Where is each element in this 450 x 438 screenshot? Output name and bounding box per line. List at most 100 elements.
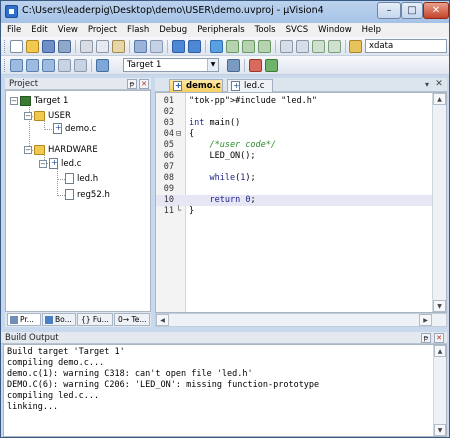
code-line[interactable]: 10 return 0; [156,195,432,206]
code-line[interactable]: 04 ⊟ { [156,129,432,140]
find-in-files-icon[interactable] [349,40,362,53]
menu-edit[interactable]: Edit [31,25,47,35]
code-line[interactable]: 02 [156,107,432,118]
scroll-down-icon[interactable]: ▼ [433,300,446,312]
tab-label: demo.c [186,81,221,91]
download-icon[interactable] [96,59,109,72]
code-text: LED_ON(); [189,151,256,161]
horizontal-scrollbar[interactable]: ◀ ▶ [155,313,447,327]
code-editor[interactable]: 01 "tok-pp">#include "led.h" 02 03 int main(… [155,92,447,313]
maximize-button[interactable]: □ [401,2,423,19]
tree-item-reg52-h[interactable]: reg52.h [65,189,110,200]
code-line[interactable]: 06 LED_ON(); [156,151,432,162]
tree-item-led-h[interactable]: led.h [65,173,98,184]
file-extensions-icon[interactable] [249,59,262,72]
close-icon[interactable]: ✕ [434,333,444,343]
rebuild-icon[interactable] [42,59,55,72]
tree-item-demo-c[interactable]: demo.c [53,123,96,134]
scroll-right-icon[interactable]: ▶ [419,314,432,326]
bookmark-icon[interactable] [210,40,223,53]
batch-build-icon[interactable] [58,59,71,72]
tab-functions[interactable]: {} Fu... [77,313,113,326]
target-options-icon[interactable] [227,59,240,72]
target-select[interactable]: Target 1 ▼ [123,58,219,72]
tab-project[interactable]: Pr... [7,313,41,326]
pin-icon[interactable]: ᵽ [421,333,431,343]
collapse-icon[interactable]: − [24,146,32,154]
collapse-icon[interactable]: − [24,112,32,120]
translate-icon[interactable] [10,59,23,72]
tree-connector [57,195,65,196]
tab-books[interactable]: Bo... [42,313,76,326]
scroll-left-icon[interactable]: ◀ [156,314,169,326]
build-icon[interactable] [26,59,39,72]
build-output-pane[interactable]: Build target 'Target 1' compiling demo.c.… [3,344,447,437]
prev-bookmark-icon[interactable] [226,40,239,53]
close-editor-icon[interactable]: ✕ [433,79,445,91]
menu-debug[interactable]: Debug [159,25,187,35]
code-text: { [189,129,195,139]
manage-components-icon[interactable] [265,59,278,72]
menu-file[interactable]: File [7,25,21,35]
save-icon[interactable] [42,40,55,53]
tree-item-target[interactable]: − Target 1 [10,96,68,106]
close-button[interactable]: ✕ [423,2,449,19]
tab-list-icon[interactable]: ▾ [421,79,433,91]
clear-bookmarks-icon[interactable] [258,40,271,53]
scroll-down-icon[interactable]: ▼ [434,424,446,436]
tree-item-hardware-group[interactable]: − HARDWARE [24,145,98,155]
code-line[interactable]: 09 [156,184,432,195]
vertical-scrollbar[interactable]: ▲ ▼ [432,93,446,312]
close-icon[interactable]: ✕ [139,79,149,89]
code-line[interactable]: 11 └} [156,206,432,217]
menu-tools[interactable]: Tools [255,25,276,35]
copy-icon[interactable] [96,40,109,53]
tree-item-user-group[interactable]: − USER [24,111,71,121]
uncomment-icon[interactable] [328,40,341,53]
tab-templates[interactable]: 0→ Te... [114,313,150,326]
pin-icon[interactable]: ᵽ [127,79,137,89]
tab-led-c[interactable]: led.c [227,79,273,92]
code-line[interactable]: 05 /*user code*/ [156,140,432,151]
fold-marker-icon[interactable]: └ [176,206,181,217]
comment-icon[interactable] [312,40,325,53]
collapse-icon[interactable]: − [39,159,47,168]
scroll-up-icon[interactable]: ▲ [434,345,446,357]
scroll-up-icon[interactable]: ▲ [433,93,446,105]
indent-icon[interactable] [280,40,293,53]
cut-icon[interactable] [80,40,93,53]
code-line[interactable]: 03 int main() [156,118,432,129]
code-line[interactable]: 07 [156,162,432,173]
redo-icon[interactable] [150,40,163,53]
line-number: 04 [163,129,174,139]
unindent-icon[interactable] [296,40,309,53]
vertical-scrollbar[interactable]: ▲ ▼ [433,345,446,436]
menu-window[interactable]: Window [318,25,352,35]
open-folder-icon[interactable] [26,40,39,53]
menu-project[interactable]: Project [88,25,117,35]
new-file-icon[interactable] [10,40,23,53]
menu-view[interactable]: View [58,25,78,35]
stop-build-icon[interactable] [74,59,87,72]
code-line[interactable]: 08 while(1); [156,173,432,184]
undo-icon[interactable] [134,40,147,53]
menu-svcs[interactable]: SVCS [286,25,309,35]
menu-help[interactable]: Help [362,25,381,35]
code-line[interactable]: 01 "tok-pp">#include "led.h" [156,96,432,107]
menu-peripherals[interactable]: Peripherals [197,25,244,35]
fold-marker-icon[interactable]: ⊟ [176,129,181,140]
next-bookmark-icon[interactable] [242,40,255,53]
save-all-icon[interactable] [58,40,71,53]
code-text: while(1); [209,173,256,183]
tab-label: led.c [244,81,265,91]
tab-demo-c[interactable]: demo.c [169,79,223,92]
paste-icon[interactable] [112,40,125,53]
collapse-icon[interactable]: − [10,97,18,105]
toolbar-separator [244,59,245,72]
tree-item-led-c[interactable]: − led.c [39,158,81,169]
menu-flash[interactable]: Flash [127,25,149,35]
navigate-forward-icon[interactable] [188,40,201,53]
find-combo[interactable]: xdata [365,39,447,53]
minimize-button[interactable]: – [377,2,401,19]
navigate-back-icon[interactable] [172,40,185,53]
